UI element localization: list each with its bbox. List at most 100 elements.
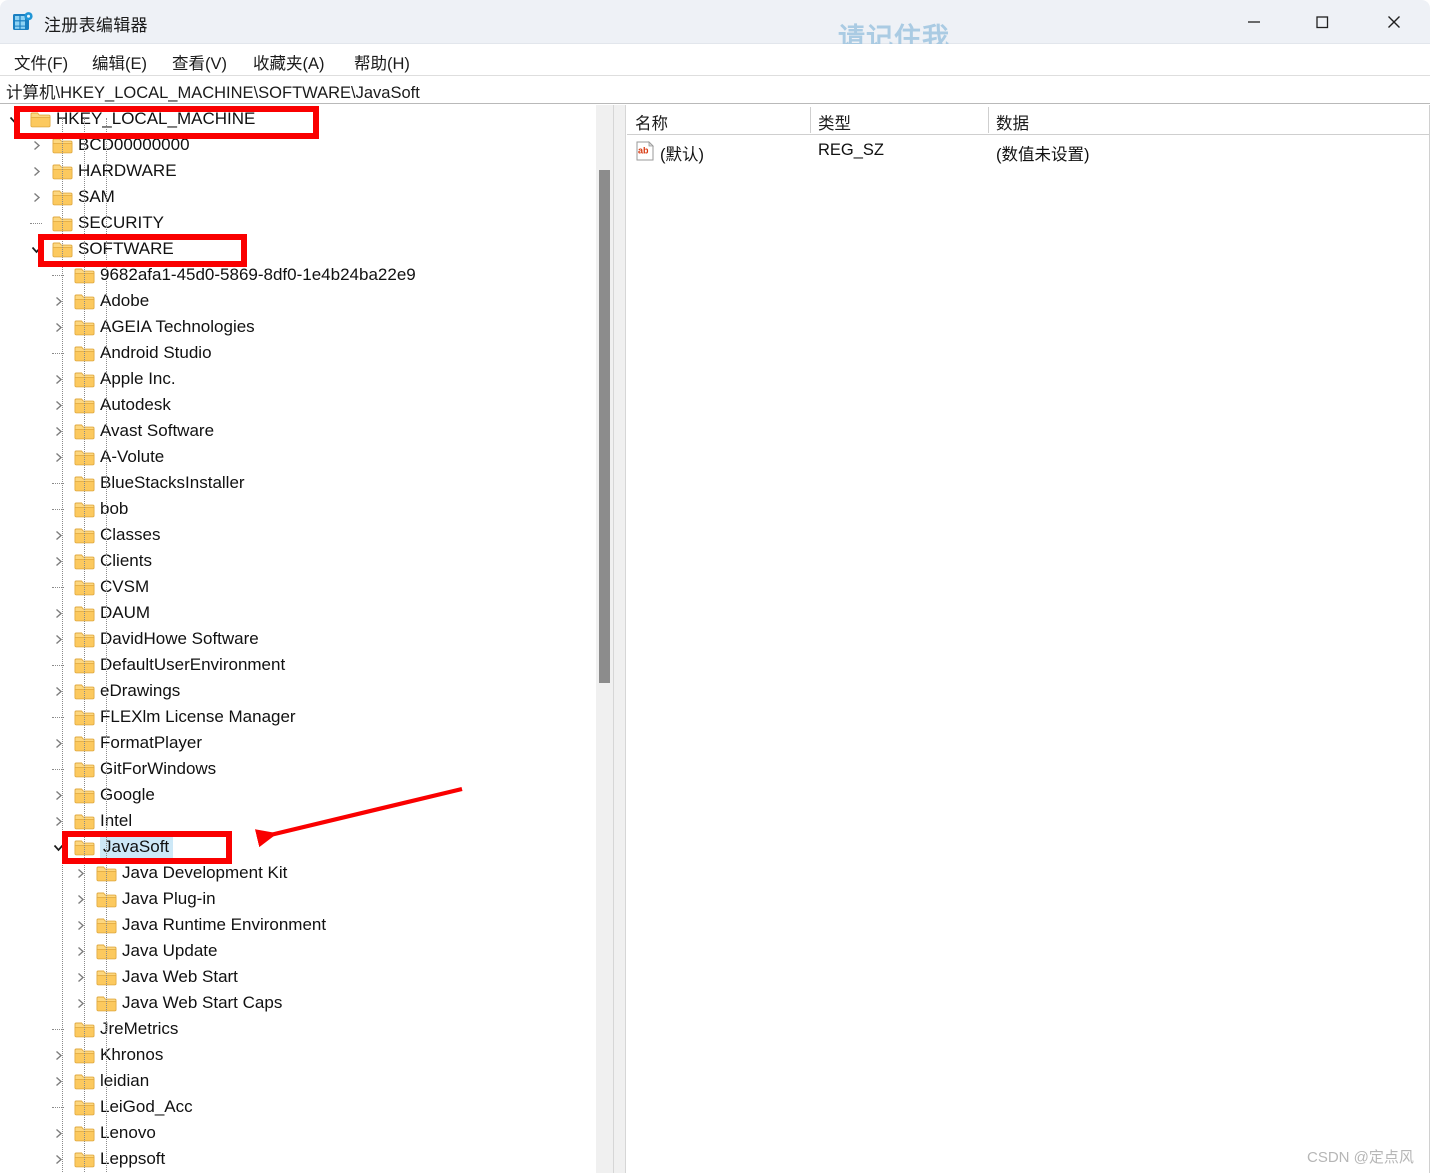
minimize-button[interactable]	[1222, 0, 1286, 43]
tree-item-label: BlueStacksInstaller	[100, 473, 245, 492]
tree-item-java-web-start-caps[interactable]: Java Web Start Caps	[0, 990, 596, 1016]
menu-file-label: 文件(F)	[14, 55, 69, 73]
value-row[interactable]: ab (默认) REG_SZ (数值未设置)	[627, 137, 1430, 165]
tree-item-label: Leppsoft	[100, 1149, 166, 1168]
registry-values-pane[interactable]: 名称 类型 数据 ab (默认) REG_SZ (数值未设置)	[627, 105, 1430, 1173]
chevron-right-icon[interactable]	[28, 163, 44, 179]
tree-item-hkey-local-machine[interactable]: HKEY_LOCAL_MACHINE	[0, 106, 596, 132]
address-bar[interactable]: 计算机\HKEY_LOCAL_MACHINE\SOFTWARE\JavaSoft	[0, 76, 1430, 104]
registry-tree-pane[interactable]: HKEY_LOCAL_MACHINE BCD00000000 HARDWARE SAM…	[0, 105, 613, 1173]
tree-item-leidian[interactable]: leidian	[0, 1068, 596, 1094]
menu-help[interactable]: 帮助(H)	[350, 48, 414, 76]
tree-scrollbar-thumb[interactable]	[599, 170, 610, 683]
tree-item-javasoft[interactable]: JavaSoft	[0, 834, 596, 860]
tree-item-ageia-technologies[interactable]: AGEIA Technologies	[0, 314, 596, 340]
registry-editor-icon	[11, 10, 35, 34]
folder-icon	[30, 111, 51, 128]
tree-item-label: Intel	[100, 811, 133, 830]
tree-item-android-studio[interactable]: Android Studio	[0, 340, 596, 366]
tree-item-defaultuserenvironment[interactable]: DefaultUserEnvironment	[0, 652, 596, 678]
registry-path: 计算机\HKEY_LOCAL_MACHINE\SOFTWARE\JavaSoft	[6, 84, 420, 102]
tree-item-label: FormatPlayer	[100, 733, 203, 752]
tree-item-flexlm-license-manager[interactable]: FLEXlm License Manager	[0, 704, 596, 730]
tree-item-9682afa1-45d0-5869-8df0-1e4b24ba22e9[interactable]: 9682afa1-45d0-5869-8df0-1e4b24ba22e9	[0, 262, 596, 288]
tree-item-davidhowe-software[interactable]: DavidHowe Software	[0, 626, 596, 652]
title-bar: 注册表编辑器 请记住我	[0, 0, 1430, 53]
tree-item-label: DavidHowe Software	[100, 629, 259, 648]
tree-item-formatplayer[interactable]: FormatPlayer	[0, 730, 596, 756]
column-header-name[interactable]: 名称	[635, 110, 668, 134]
tree-item-leppsoft[interactable]: Leppsoft	[0, 1146, 596, 1172]
chevron-right-icon[interactable]	[28, 189, 44, 205]
tree-item-sam[interactable]: SAM	[0, 184, 596, 210]
pane-splitter[interactable]	[613, 105, 626, 1173]
column-header-data[interactable]: 数据	[996, 110, 1029, 134]
tree-item-daum[interactable]: DAUM	[0, 600, 596, 626]
tree-item-label: Google	[100, 785, 155, 804]
tree-item-label: Java Plug-in	[122, 889, 216, 908]
tree-item-label: SOFTWARE	[78, 239, 174, 258]
tree-item-classes[interactable]: Classes	[0, 522, 596, 548]
menu-file[interactable]: 文件(F)	[10, 48, 72, 76]
tree-item-java-plug-in[interactable]: Java Plug-in	[0, 886, 596, 912]
tree-item-avast-software[interactable]: Avast Software	[0, 418, 596, 444]
menu-favorites[interactable]: 收藏夹(A)	[249, 48, 329, 76]
tree-item-security[interactable]: SECURITY	[0, 210, 596, 236]
registry-editor-window: 注册表编辑器 请记住我 文件(F) 编辑(E) 查看(V) 收藏夹(A) 帮助(…	[0, 0, 1430, 1173]
tree-item-label: JreMetrics	[100, 1019, 179, 1038]
tree-item-leigod-acc[interactable]: LeiGod_Acc	[0, 1094, 596, 1120]
tree-item-label: Java Web Start Caps	[122, 993, 283, 1012]
menu-edit[interactable]: 编辑(E)	[88, 48, 151, 76]
tree-item-bcd00000000[interactable]: BCD00000000	[0, 132, 596, 158]
tree-item-lenovo[interactable]: Lenovo	[0, 1120, 596, 1146]
tree-item-autodesk[interactable]: Autodesk	[0, 392, 596, 418]
tree-item-jremetrics[interactable]: JreMetrics	[0, 1016, 596, 1042]
column-divider-2[interactable]	[988, 107, 989, 133]
tree-item-hardware[interactable]: HARDWARE	[0, 158, 596, 184]
tree-item-label: BCD00000000	[78, 135, 190, 154]
menu-view[interactable]: 查看(V)	[168, 48, 231, 76]
tree-item-java-runtime-environment[interactable]: Java Runtime Environment	[0, 912, 596, 938]
tree-item-khronos[interactable]: Khronos	[0, 1042, 596, 1068]
column-header-type[interactable]: 类型	[818, 110, 851, 134]
tree-item-software[interactable]: SOFTWARE	[0, 236, 596, 262]
tree-item-label: 9682afa1-45d0-5869-8df0-1e4b24ba22e9	[100, 265, 416, 284]
values-column-header: 名称 类型 数据	[627, 105, 1430, 135]
chevron-down-icon[interactable]	[28, 241, 44, 257]
tree-item-edrawings[interactable]: eDrawings	[0, 678, 596, 704]
value-type: REG_SZ	[818, 141, 885, 159]
tree-item-label: DefaultUserEnvironment	[100, 655, 286, 674]
tree-item-a-volute[interactable]: A-Volute	[0, 444, 596, 470]
menu-help-label: 帮助(H)	[354, 55, 410, 73]
tree-item-label: LeiGod_Acc	[100, 1097, 193, 1116]
maximize-button[interactable]	[1290, 0, 1354, 43]
tree-item-label: Java Development Kit	[122, 863, 288, 882]
tree-item-intel[interactable]: Intel	[0, 808, 596, 834]
tree-item-label: Khronos	[100, 1045, 164, 1064]
tree-item-label: FLEXlm License Manager	[100, 707, 296, 726]
tree-item-clients[interactable]: Clients	[0, 548, 596, 574]
tree-item-gitforwindows[interactable]: GitForWindows	[0, 756, 596, 782]
tree-item-cvsm[interactable]: CVSM	[0, 574, 596, 600]
tree-item-label: Apple Inc.	[100, 369, 176, 388]
tree-vertical-scrollbar[interactable]	[596, 105, 613, 1173]
menu-view-label: 查看(V)	[172, 55, 227, 73]
tree-item-java-development-kit[interactable]: Java Development Kit	[0, 860, 596, 886]
chevron-right-icon[interactable]	[28, 137, 44, 153]
tree-item-apple-inc[interactable]: Apple Inc.	[0, 366, 596, 392]
tree-item-bob[interactable]: bob	[0, 496, 596, 522]
tree-item-label: Avast Software	[100, 421, 215, 440]
column-divider-1[interactable]	[810, 107, 811, 133]
tree-item-bluestacksinstaller[interactable]: BlueStacksInstaller	[0, 470, 596, 496]
tree-item-adobe[interactable]: Adobe	[0, 288, 596, 314]
close-button[interactable]	[1362, 0, 1426, 43]
tree-item-label: HARDWARE	[78, 161, 177, 180]
chevron-down-icon[interactable]	[6, 111, 22, 127]
tree-item-java-update[interactable]: Java Update	[0, 938, 596, 964]
tree-item-java-web-start[interactable]: Java Web Start	[0, 964, 596, 990]
tree-item-google[interactable]: Google	[0, 782, 596, 808]
csdn-watermark: CSDN @定点风	[1307, 1149, 1414, 1166]
menu-edit-label: 编辑(E)	[92, 55, 147, 73]
tree-item-label: Android Studio	[100, 343, 212, 362]
tree-item-label: Autodesk	[100, 395, 171, 414]
